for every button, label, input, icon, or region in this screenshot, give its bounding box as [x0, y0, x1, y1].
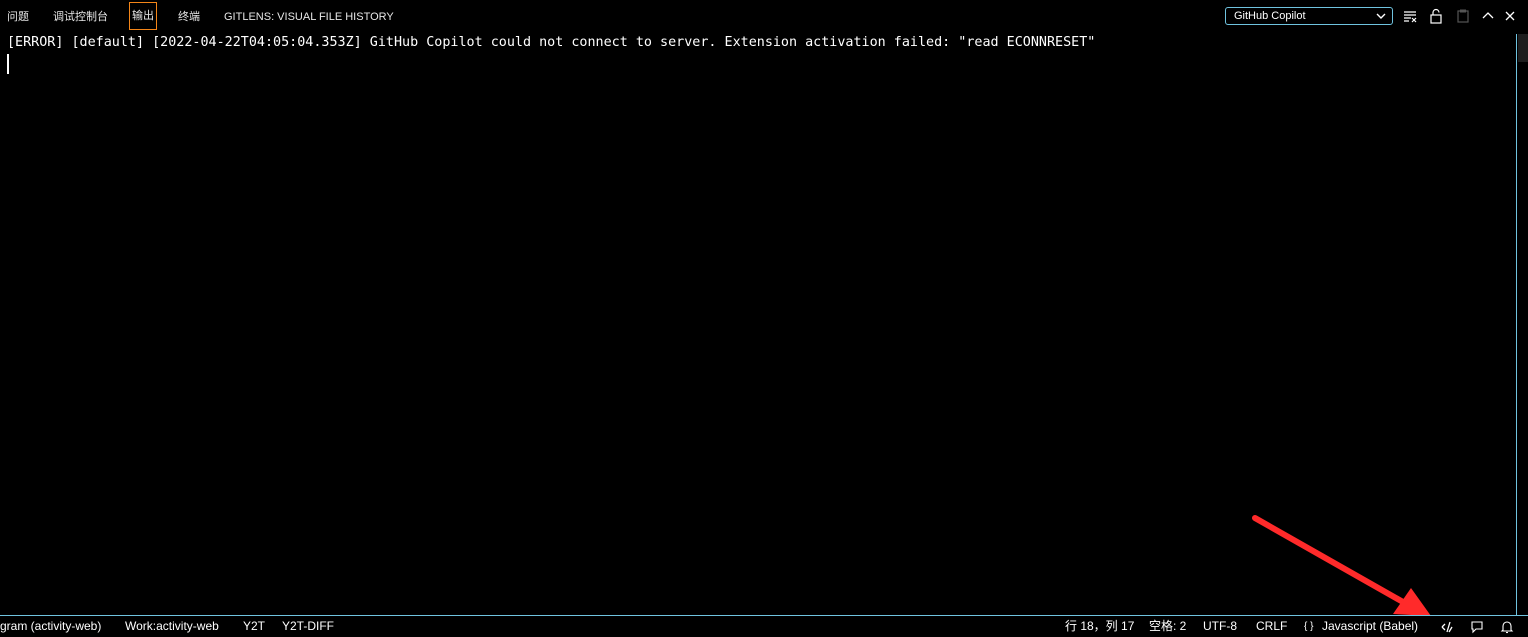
clear-output-icon[interactable]: [1402, 8, 1418, 24]
close-panel-icon[interactable]: [1502, 8, 1518, 24]
lock-scroll-icon[interactable]: [1428, 8, 1444, 24]
bell-icon[interactable]: [1499, 619, 1515, 635]
output-channel-select[interactable]: GitHub Copilot: [1225, 7, 1393, 25]
status-item-y2t-diff[interactable]: Y2T-DIFF: [282, 616, 334, 637]
status-item-y2t[interactable]: Y2T: [243, 616, 265, 637]
status-eol[interactable]: CRLF: [1256, 616, 1287, 637]
tab-problems[interactable]: 问题: [7, 0, 29, 34]
open-log-icon[interactable]: [1455, 8, 1471, 24]
scrollbar-thumb[interactable]: [1518, 34, 1528, 62]
status-indentation[interactable]: 空格: 2: [1149, 616, 1186, 637]
tab-output[interactable]: 输出: [129, 2, 157, 30]
vscode-panel-window: 问题 调试控制台 输出 终端 GITLENS: VISUAL FILE HIST…: [0, 0, 1528, 637]
tab-gitlens-file-history[interactable]: GITLENS: VISUAL FILE HISTORY: [224, 0, 394, 34]
text-cursor: [7, 54, 9, 74]
tab-terminal[interactable]: 终端: [178, 0, 200, 34]
maximize-panel-icon[interactable]: [1480, 8, 1496, 24]
copilot-icon[interactable]: [1439, 619, 1455, 635]
output-channel-value: GitHub Copilot: [1234, 10, 1306, 22]
chevron-down-icon: [1376, 13, 1386, 19]
feedback-icon[interactable]: [1469, 619, 1485, 635]
status-item-program[interactable]: gram (activity-web): [0, 616, 101, 637]
status-encoding[interactable]: UTF-8: [1203, 616, 1237, 637]
status-cursor-position[interactable]: 行 18，列 17: [1065, 616, 1134, 637]
output-log-line: [ERROR] [default] [2022-04-22T04:05:04.3…: [7, 35, 1096, 50]
status-language-mode[interactable]: Javascript (Babel): [1322, 616, 1418, 637]
tab-debug-console[interactable]: 调试控制台: [53, 0, 108, 34]
panel-tabbar: 问题 调试控制台 输出 终端 GITLENS: VISUAL FILE HIST…: [0, 0, 1528, 34]
status-bar: gram (activity-web) Work:activity-web Y2…: [0, 615, 1528, 637]
language-braces-icon[interactable]: { }: [1304, 616, 1313, 637]
output-view[interactable]: [ERROR] [default] [2022-04-22T04:05:04.3…: [0, 34, 1516, 614]
status-item-work[interactable]: Work:activity-web: [125, 616, 219, 637]
vertical-scrollbar[interactable]: [1516, 34, 1528, 615]
